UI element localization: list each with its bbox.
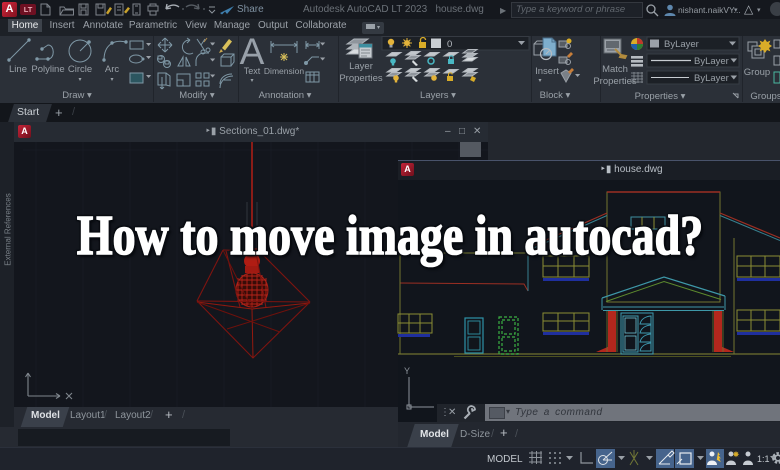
svg-text:ByLayer: ByLayer [694,56,729,67]
svg-text:0: 0 [447,39,452,50]
svg-text:MODEL: MODEL [487,454,523,465]
svg-text:A: A [240,31,265,72]
svg-text:1:1: 1:1 [757,454,770,464]
svg-text:ByLayer: ByLayer [694,73,729,84]
svg-text:Y: Y [404,366,410,376]
svg-text:ByLayer: ByLayer [664,39,699,50]
